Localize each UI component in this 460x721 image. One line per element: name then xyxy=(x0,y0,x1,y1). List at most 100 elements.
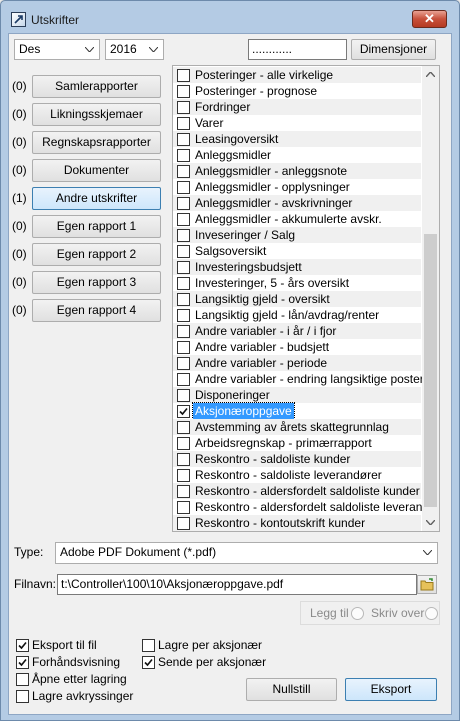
report-checkbox[interactable] xyxy=(177,517,190,530)
scroll-down-button[interactable] xyxy=(422,514,439,531)
save-checks-checkbox[interactable] xyxy=(16,690,29,703)
report-category-button[interactable]: Andre utskrifter xyxy=(32,187,161,210)
report-category-button[interactable]: Egen rapport 2 xyxy=(32,243,161,266)
open-after-save-checkbox[interactable] xyxy=(16,673,29,686)
report-list-item[interactable]: Anleggsmidler - avskrivninger xyxy=(173,195,421,211)
export-to-file-checkbox[interactable] xyxy=(16,639,29,652)
report-list-item[interactable]: Arbeidsregnskap - primærrapport xyxy=(173,435,421,451)
add-radio[interactable] xyxy=(351,607,364,620)
report-checkbox[interactable] xyxy=(177,469,190,482)
report-list-item[interactable]: Andre variabler - budsjett xyxy=(173,339,421,355)
report-checkbox[interactable] xyxy=(177,293,190,306)
report-checkbox[interactable] xyxy=(177,133,190,146)
report-checkbox[interactable] xyxy=(177,341,190,354)
reset-button[interactable]: Nullstill xyxy=(246,678,337,701)
report-list-item[interactable]: Investeringsbudsjett xyxy=(173,259,421,275)
report-checkbox[interactable] xyxy=(177,357,190,370)
scroll-up-button[interactable] xyxy=(422,66,439,83)
report-checkbox[interactable] xyxy=(177,85,190,98)
send-per-shareholder-checkbox[interactable] xyxy=(142,656,155,669)
report-checkbox[interactable] xyxy=(177,405,190,418)
report-checkbox[interactable] xyxy=(177,485,190,498)
report-count: (0) xyxy=(12,163,27,177)
report-list-item[interactable]: Leasingoversikt xyxy=(173,131,421,147)
report-checkbox[interactable] xyxy=(177,197,190,210)
export-button[interactable]: Eksport xyxy=(345,678,437,701)
app-icon xyxy=(11,12,26,27)
report-checkbox[interactable] xyxy=(177,117,190,130)
report-list-item[interactable]: Disponeringer xyxy=(173,387,421,403)
report-category-button[interactable]: Regnskapsrapporter xyxy=(32,131,161,154)
save-per-shareholder-label: Lagre per aksjonær xyxy=(158,638,263,652)
report-list-item[interactable]: Posteringer - prognose xyxy=(173,83,421,99)
dimensions-button[interactable]: Dimensjoner xyxy=(351,39,436,60)
report-list-item[interactable]: Posteringer - alle virkelige xyxy=(173,67,421,83)
report-list-item[interactable]: Avstemming av årets skattegrunnlag xyxy=(173,419,421,435)
report-checkbox[interactable] xyxy=(177,325,190,338)
report-list-item[interactable]: Langsiktig gjeld - oversikt xyxy=(173,291,421,307)
report-list-item[interactable]: Reskontro - aldersfordelt saldoliste lev… xyxy=(173,499,439,515)
report-checkbox[interactable] xyxy=(177,261,190,274)
type-select[interactable]: Adobe PDF Dokument (*.pdf) xyxy=(55,542,438,564)
report-category-button[interactable]: Egen rapport 1 xyxy=(32,215,161,238)
report-list-item[interactable]: Reskontro - kontoutskrift kunder xyxy=(173,515,421,531)
report-item-label: Varer xyxy=(195,116,224,130)
report-checklist[interactable]: Posteringer - alle virkelige Posteringer … xyxy=(172,65,440,532)
report-checkbox[interactable] xyxy=(177,389,190,402)
report-checkbox[interactable] xyxy=(177,149,190,162)
report-checkbox[interactable] xyxy=(177,437,190,450)
report-list-item[interactable]: Anleggsmidler xyxy=(173,147,421,163)
report-checkbox[interactable] xyxy=(177,245,190,258)
report-list-item[interactable]: Fordringer xyxy=(173,99,421,115)
title-bar[interactable]: Utskrifter ✕ xyxy=(1,1,459,33)
overwrite-radio[interactable] xyxy=(425,607,438,620)
report-checkbox[interactable] xyxy=(177,453,190,466)
report-list-item[interactable]: Aksjonæroppgave xyxy=(173,402,421,420)
preview-checkbox[interactable] xyxy=(16,656,29,669)
report-checkbox[interactable] xyxy=(177,229,190,242)
report-list-item[interactable]: Inveseringer / Salg xyxy=(173,227,421,243)
report-list-item[interactable]: Varer xyxy=(173,115,421,131)
report-category-button[interactable]: Egen rapport 3 xyxy=(32,271,161,294)
report-list-item[interactable]: Anleggsmidler - opplysninger xyxy=(173,179,421,195)
report-checkbox[interactable] xyxy=(177,373,190,386)
report-checkbox[interactable] xyxy=(177,181,190,194)
report-checkbox[interactable] xyxy=(177,421,190,434)
report-list-item[interactable]: Reskontro - saldoliste kunder xyxy=(173,451,421,467)
scroll-thumb[interactable] xyxy=(424,234,437,507)
open-after-save-label: Åpne etter lagring xyxy=(32,672,127,686)
filename-input[interactable]: t:\Controller\100\10\Aksjonæroppgave.pdf xyxy=(57,574,417,595)
add-option-label: Legg til xyxy=(310,606,349,620)
report-list-item[interactable]: Reskontro - saldoliste leverandører xyxy=(173,467,421,483)
report-category-button[interactable]: Samlerapporter xyxy=(32,75,161,98)
report-list-item[interactable]: Langsiktig gjeld - lån/avdrag/renter xyxy=(173,307,421,323)
report-checkbox[interactable] xyxy=(177,213,190,226)
report-list-item[interactable]: Reskontro - aldersfordelt saldoliste kun… xyxy=(173,483,421,499)
report-list-item[interactable]: Andre variabler - endring langsiktige po… xyxy=(173,371,424,387)
close-button[interactable]: ✕ xyxy=(412,10,447,28)
save-per-shareholder-checkbox[interactable] xyxy=(142,639,155,652)
report-list-item[interactable]: Andre variabler - i år / i fjor xyxy=(173,323,421,339)
report-list-item[interactable]: Salgsoversikt xyxy=(173,243,421,259)
year-select[interactable]: 2016 xyxy=(105,39,164,60)
export-to-file-label: Eksport til fil xyxy=(32,638,97,652)
report-item-label: Langsiktig gjeld - lån/avdrag/renter xyxy=(195,308,380,322)
report-list-item[interactable]: Investeringer, 5 - års oversikt xyxy=(173,275,421,291)
report-checkbox[interactable] xyxy=(177,277,190,290)
report-list-item[interactable]: Andre variabler - periode xyxy=(173,355,421,371)
report-checkbox[interactable] xyxy=(177,309,190,322)
report-list-item[interactable]: Anleggsmidler - akkumulerte avskr. xyxy=(173,211,421,227)
report-checkbox[interactable] xyxy=(177,101,190,114)
month-select[interactable]: Des xyxy=(14,39,100,60)
report-count: (0) xyxy=(12,275,27,289)
report-checkbox[interactable] xyxy=(177,69,190,82)
report-checkbox[interactable] xyxy=(177,165,190,178)
report-category-button[interactable]: Egen rapport 4 xyxy=(32,299,161,322)
browse-folder-button[interactable] xyxy=(417,575,437,594)
report-category-button[interactable]: Likningsskjemaer xyxy=(32,103,161,126)
search-input[interactable]: ............ xyxy=(248,39,347,60)
vertical-scrollbar[interactable] xyxy=(422,66,439,531)
report-list-item[interactable]: Anleggsmidler - anleggsnote xyxy=(173,163,421,179)
report-category-button[interactable]: Dokumenter xyxy=(32,159,161,182)
report-checkbox[interactable] xyxy=(177,501,190,514)
